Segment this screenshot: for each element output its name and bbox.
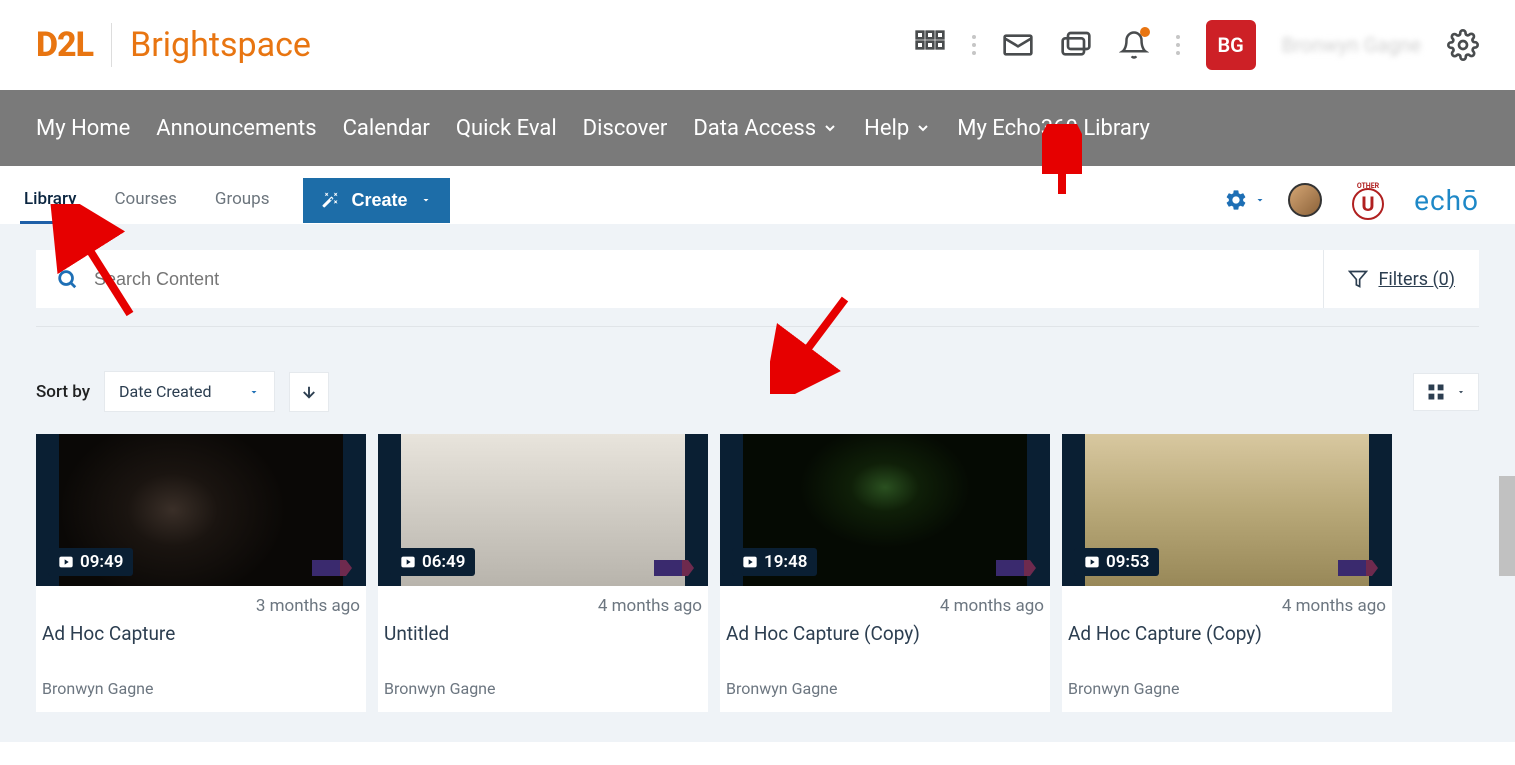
echo-header: Library Courses Groups Create OTHERU ech… [0, 166, 1515, 224]
video-thumbnail: 09:53 [1062, 434, 1392, 586]
video-card[interactable]: 09:49 3 months ago Ad Hoc Capture Bronwy… [36, 434, 366, 712]
nav-data-access[interactable]: Data Access [693, 116, 838, 141]
video-card[interactable]: 06:49 4 months ago Untitled Bronwyn Gagn… [378, 434, 708, 712]
user-avatar-badge[interactable]: BG [1206, 20, 1256, 70]
wand-icon [321, 191, 339, 209]
card-author: Bronwyn Gagne [384, 679, 702, 698]
echo-user-avatar[interactable] [1288, 183, 1322, 217]
search-icon [56, 268, 78, 290]
echo-brand-logo[interactable]: echō [1414, 184, 1479, 217]
gear-icon [1224, 188, 1248, 212]
video-thumbnail: 19:48 [720, 434, 1050, 586]
main-nav: My Home Announcements Calendar Quick Eva… [0, 90, 1515, 166]
card-title: Untitled [384, 622, 702, 645]
view-toggle[interactable] [1413, 373, 1479, 411]
play-icon [1084, 554, 1100, 570]
create-button[interactable]: Create [303, 178, 449, 223]
settings-dropdown[interactable] [1224, 188, 1266, 212]
college-badge-icon [654, 560, 694, 576]
nav-announcements[interactable]: Announcements [156, 116, 316, 141]
tab-courses[interactable]: Courses [110, 177, 180, 224]
nav-help[interactable]: Help [864, 116, 931, 141]
notifications-icon[interactable] [1118, 29, 1150, 61]
search-box[interactable] [36, 250, 1323, 308]
tab-groups[interactable]: Groups [211, 177, 274, 224]
play-icon [58, 554, 74, 570]
nav-echo360-library[interactable]: My Echo360 Library [957, 116, 1150, 141]
card-title: Ad Hoc Capture [42, 622, 360, 645]
brand[interactable]: D2L Brightspace [36, 23, 311, 67]
menu-dots-icon[interactable] [972, 35, 976, 55]
duration-badge: 19:48 [732, 548, 817, 576]
content-area: Filters (0) Sort by Date Created [0, 224, 1515, 742]
college-badge-icon [1338, 560, 1378, 576]
create-label: Create [351, 190, 407, 211]
echo-tabs: Library Courses Groups Create [20, 177, 450, 224]
card-author: Bronwyn Gagne [42, 679, 360, 698]
mail-icon[interactable] [1002, 29, 1034, 61]
messages-icon[interactable] [1060, 29, 1092, 61]
d2l-logo: D2L [36, 25, 93, 65]
divider [36, 326, 1479, 327]
brightspace-text: Brightspace [130, 25, 311, 65]
duration-badge: 09:53 [1074, 548, 1159, 576]
video-thumbnail: 09:49 [36, 434, 366, 586]
top-actions: BG Bronwyn Gagne [914, 20, 1479, 70]
tab-library[interactable]: Library [20, 177, 80, 224]
org-badge[interactable]: OTHERU [1344, 176, 1392, 224]
grid-view-icon [1426, 382, 1446, 402]
college-badge-icon [996, 560, 1036, 576]
cards-grid: 09:49 3 months ago Ad Hoc Capture Bronwy… [36, 434, 1479, 712]
brand-divider [111, 23, 112, 67]
card-time: 4 months ago [384, 596, 702, 616]
svg-text:U: U [1362, 192, 1375, 216]
filter-icon [1348, 269, 1368, 289]
nav-quick-eval[interactable]: Quick Eval [456, 116, 557, 141]
filters-button[interactable]: Filters (0) [1323, 250, 1479, 308]
arrow-down-icon [300, 383, 318, 401]
play-icon [742, 554, 758, 570]
sort-select[interactable]: Date Created [104, 371, 275, 412]
sort-row: Sort by Date Created [36, 371, 1479, 412]
settings-gear-icon[interactable] [1447, 29, 1479, 61]
chevron-down-icon [915, 120, 931, 136]
card-time: 4 months ago [726, 596, 1044, 616]
video-thumbnail: 06:49 [378, 434, 708, 586]
user-name[interactable]: Bronwyn Gagne [1282, 33, 1421, 57]
top-header: D2L Brightspace BG Bronwyn Gagne [0, 0, 1515, 90]
filters-label: Filters (0) [1378, 269, 1455, 290]
card-author: Bronwyn Gagne [726, 679, 1044, 698]
caret-down-icon [248, 386, 260, 398]
search-input[interactable] [94, 269, 1303, 290]
duration-badge: 06:49 [390, 548, 475, 576]
card-title: Ad Hoc Capture (Copy) [1068, 622, 1386, 645]
video-card[interactable]: 19:48 4 months ago Ad Hoc Capture (Copy)… [720, 434, 1050, 712]
chevron-down-icon [822, 120, 838, 136]
caret-down-icon [1254, 194, 1266, 206]
sort-direction-button[interactable] [289, 372, 329, 412]
card-author: Bronwyn Gagne [1068, 679, 1386, 698]
card-title: Ad Hoc Capture (Copy) [726, 622, 1044, 645]
nav-my-home[interactable]: My Home [36, 116, 130, 141]
card-time: 4 months ago [1068, 596, 1386, 616]
college-badge-icon [312, 560, 352, 576]
scrollbar[interactable] [1499, 476, 1515, 576]
caret-down-icon [420, 194, 432, 206]
nav-discover[interactable]: Discover [583, 116, 668, 141]
sort-label: Sort by [36, 382, 90, 402]
caret-down-icon [1456, 387, 1466, 397]
video-card[interactable]: 09:53 4 months ago Ad Hoc Capture (Copy)… [1062, 434, 1392, 712]
play-icon [400, 554, 416, 570]
apps-grid-icon[interactable] [914, 29, 946, 61]
nav-calendar[interactable]: Calendar [343, 116, 430, 141]
menu-dots-icon-2[interactable] [1176, 35, 1180, 55]
duration-badge: 09:49 [48, 548, 133, 576]
card-time: 3 months ago [42, 596, 360, 616]
sort-selected: Date Created [119, 382, 212, 401]
search-row: Filters (0) [36, 250, 1479, 308]
echo-right: OTHERU echō [1224, 176, 1479, 224]
